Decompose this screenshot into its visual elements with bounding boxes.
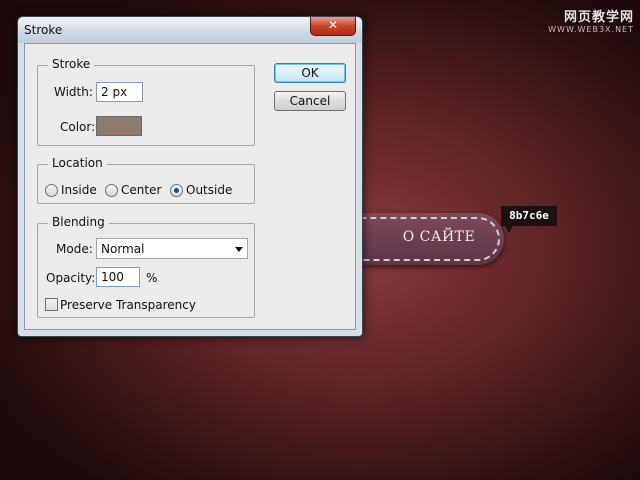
location-group: Location Inside Center Outside <box>37 156 255 204</box>
dialog-title: Stroke <box>24 23 63 37</box>
opacity-input[interactable] <box>96 267 140 287</box>
width-label: Width: <box>54 85 93 99</box>
blending-group: Blending Mode: Normal Opacity: % Preserv… <box>37 215 255 318</box>
radio-outside[interactable] <box>170 184 183 197</box>
opacity-label: Opacity: <box>46 271 96 285</box>
color-tooltip-text: 8b7c6e <box>509 209 549 222</box>
color-swatch[interactable] <box>96 116 142 136</box>
tooltip-tail <box>505 226 513 233</box>
mode-select-value: Normal <box>101 242 145 256</box>
opacity-unit: % <box>146 271 158 285</box>
preserve-transparency-checkbox[interactable] <box>45 298 58 311</box>
mode-select[interactable]: Normal <box>96 238 248 259</box>
location-group-label: Location <box>48 156 107 170</box>
mode-label: Mode: <box>56 242 93 256</box>
close-icon: ✕ <box>327 18 339 32</box>
stroke-group-label: Stroke <box>48 57 95 71</box>
radio-inside-label[interactable]: Inside <box>61 183 97 197</box>
color-label: Color: <box>60 120 96 134</box>
ok-button[interactable]: OK <box>274 63 346 83</box>
dialog-titlebar[interactable]: Stroke ✕ <box>18 17 362 43</box>
cancel-button[interactable]: Cancel <box>274 91 346 111</box>
radio-center-label[interactable]: Center <box>121 183 161 197</box>
watermark-url: WWW.WEB3X.NET <box>548 25 634 34</box>
radio-inside[interactable] <box>45 184 58 197</box>
preserve-transparency-label[interactable]: Preserve Transparency <box>60 298 196 312</box>
width-input[interactable] <box>96 82 143 102</box>
radio-outside-label[interactable]: Outside <box>186 183 232 197</box>
close-button[interactable]: ✕ <box>310 17 356 36</box>
stroke-group: Stroke Width: Color: <box>37 57 255 146</box>
stroke-dialog: Stroke ✕ Stroke Width: Color: Location I… <box>17 16 363 337</box>
chevron-down-icon <box>235 247 243 252</box>
watermark: 网页教学网 WWW.WEB3X.NET <box>548 6 634 34</box>
radio-center[interactable] <box>105 184 118 197</box>
blending-group-label: Blending <box>48 215 109 229</box>
dialog-client: Stroke Width: Color: Location Inside Cen… <box>24 43 356 330</box>
watermark-title: 网页教学网 <box>563 10 634 25</box>
color-tooltip: 8b7c6e <box>501 206 557 233</box>
